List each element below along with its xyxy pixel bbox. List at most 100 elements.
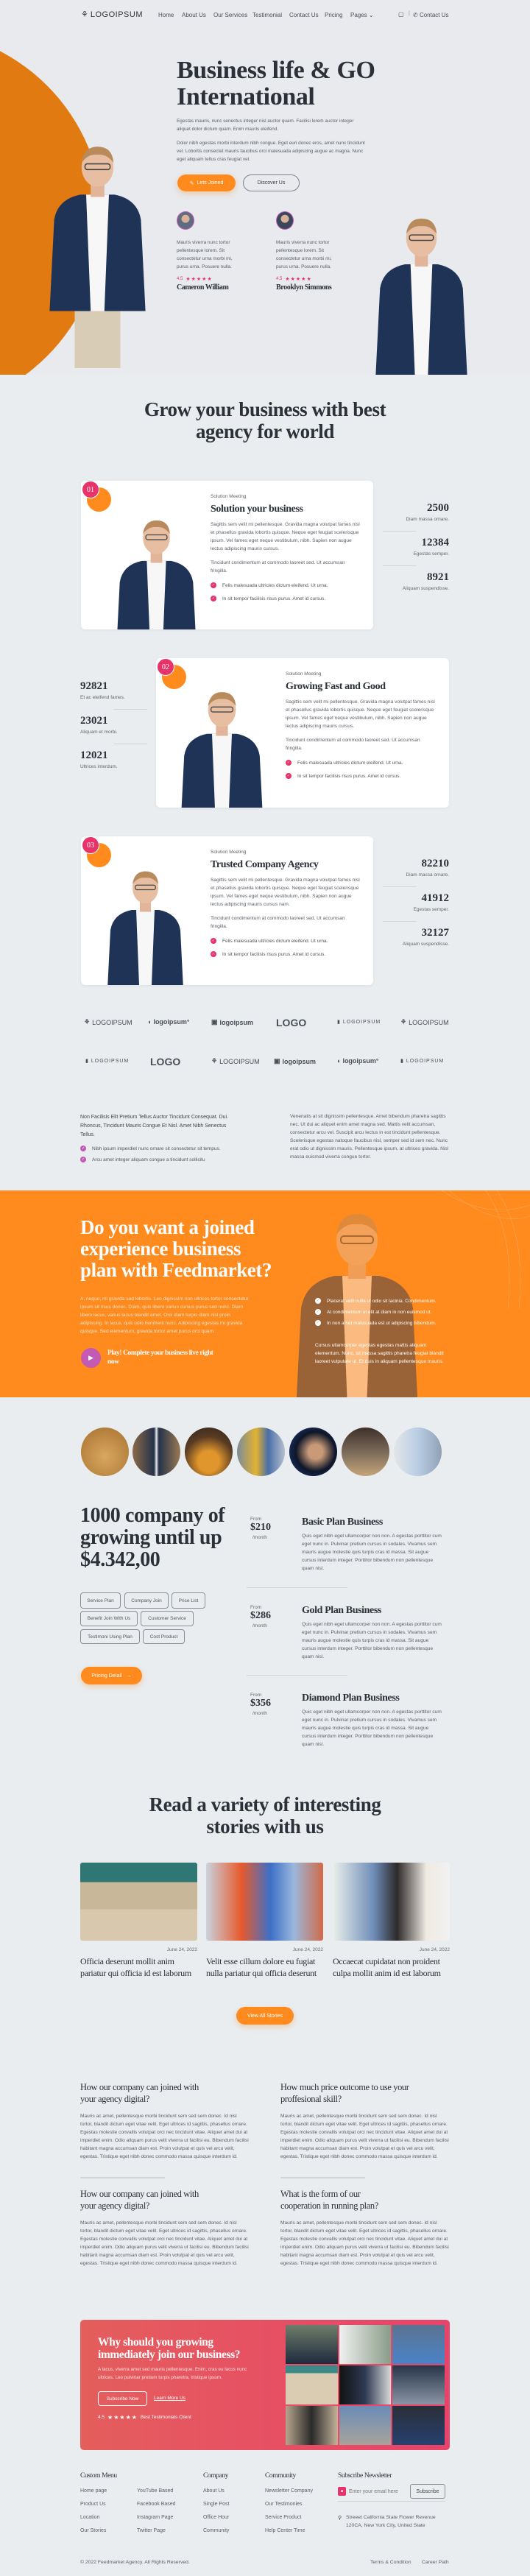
- team-photo: [394, 1428, 442, 1476]
- story-image[interactable]: [333, 1863, 450, 1941]
- newsletter-email-input[interactable]: [349, 2485, 408, 2497]
- footer-link[interactable]: Product Us: [80, 2502, 106, 2507]
- footer-link[interactable]: Newsletter Company: [265, 2488, 313, 2494]
- person-image: [106, 870, 185, 985]
- edit-icon: ✎: [189, 180, 194, 186]
- footer-link[interactable]: Facebook Based: [137, 2502, 176, 2507]
- partner-logo: ▣ logoipsum: [274, 1057, 317, 1065]
- subscribe-button[interactable]: Subscribe: [410, 2484, 445, 2499]
- footer-heading: Custom Menu: [80, 2472, 117, 2480]
- team-photo: [342, 1428, 389, 1476]
- team-photo: [81, 1428, 129, 1476]
- testimonial-text: Mauris viverra nunc tortor pellentesque …: [177, 240, 233, 269]
- check-item: ✓ In sit tempor facilisis risus purus. Am…: [211, 951, 326, 957]
- mail-icon: ■: [338, 2487, 346, 2496]
- bars-logo-icon: ▮: [85, 1059, 89, 1064]
- tag-testimoni[interactable]: Testimoni Using Plan: [80, 1629, 140, 1644]
- learn-more-link[interactable]: Learn More Us: [154, 2396, 186, 2401]
- tag-benefit[interactable]: Benefit Join With Us: [80, 1611, 138, 1626]
- play-label[interactable]: Play! Complete your business live right …: [107, 1349, 218, 1366]
- footer-link[interactable]: Our Stories: [80, 2528, 106, 2533]
- footer-link[interactable]: Location: [80, 2515, 99, 2520]
- subscribe-now-button[interactable]: Subscribe Now: [98, 2391, 147, 2406]
- story-card[interactable]: June 24, 2022 Velit esse cillum dolore e…: [206, 1947, 323, 1979]
- partner-logo: ⚘ LOGOIPSUM: [211, 1057, 260, 1065]
- footer-link[interactable]: Community: [203, 2528, 229, 2533]
- partner-logo: LOGO: [276, 1017, 307, 1028]
- testimonial-card: Mauris viverra nunc tortor pellentesque …: [276, 211, 342, 292]
- discover-us-button[interactable]: Discover Us: [243, 174, 300, 191]
- nav-home[interactable]: Home: [158, 12, 174, 18]
- faq-divider: [80, 2177, 165, 2178]
- nav-separator: |: [409, 11, 410, 16]
- step-badge: 02: [157, 658, 174, 676]
- footer-link[interactable]: Help Center Time: [265, 2528, 305, 2533]
- partner-logo: ▣ logoipsum: [211, 1018, 254, 1026]
- nav-pricing[interactable]: Pricing: [325, 12, 342, 18]
- play-video-button[interactable]: ▶: [81, 1348, 101, 1368]
- check-item: ✓ Felis malesuada ultricies dictum eleife…: [211, 938, 328, 944]
- about-heading: Non Facilisis Elit Pretium Tellus Auctor…: [80, 1115, 229, 1137]
- step-badge: 03: [82, 836, 99, 854]
- wheat-logo-icon: ⚘: [211, 1057, 218, 1065]
- plan-item: From $210 /month Basic Plan Business Qui…: [250, 1517, 442, 1571]
- grid-photo: [286, 2325, 338, 2364]
- footer-link[interactable]: About Us: [203, 2488, 225, 2494]
- join-title: Why should you growing immediately join …: [98, 2336, 241, 2361]
- story-card[interactable]: June 24, 2022 Occaecat cupidatat non pro…: [333, 1947, 450, 1979]
- story-card[interactable]: June 24, 2022 Officia deserunt mollit an…: [80, 1947, 197, 1979]
- chat-icon[interactable]: ▢: [398, 11, 404, 18]
- partner-logo: ◖ logoipsum°: [147, 1018, 190, 1026]
- nav-contact[interactable]: Contact Us: [289, 12, 319, 18]
- faq-item: How our company can joined with your age…: [80, 2082, 249, 2159]
- check-item: ✓ At condimentum ut elit at diam in non e…: [315, 1309, 432, 1315]
- hero-person-right-image: [375, 218, 468, 375]
- footer-link[interactable]: Instagram Page: [137, 2515, 173, 2520]
- nav-pages[interactable]: Pages ⌄: [350, 12, 374, 18]
- footer-heading: Community: [265, 2472, 296, 2480]
- tag-cost-product[interactable]: Cost Product: [143, 1629, 185, 1644]
- footer-link[interactable]: YouTube Based: [137, 2488, 173, 2494]
- view-all-stories-button[interactable]: View All Stories: [236, 2007, 294, 2025]
- nav-testimonial[interactable]: Testimonial: [252, 12, 282, 18]
- grid-photo: [392, 2325, 445, 2364]
- footer-link[interactable]: Home page: [80, 2488, 107, 2494]
- partner-logo: ⚘ LOGOIPSUM: [84, 1018, 132, 1026]
- logo[interactable]: ⚘ LOGOIPSUM: [81, 10, 143, 20]
- career-path-link[interactable]: Career Path: [422, 2560, 449, 2565]
- feature-card: 03 Solution Meeting Trusted Company Agen…: [81, 836, 373, 985]
- nav-contact-us[interactable]: ✆ Contact Us: [413, 12, 449, 18]
- check-icon: ✓: [211, 596, 216, 601]
- tag-company-join[interactable]: Company Join: [124, 1592, 169, 1609]
- footer-link[interactable]: Twitter Page: [137, 2528, 166, 2533]
- check-item: ✓ Nibh ipsum imperdiet nunc ornare sit co…: [80, 1146, 221, 1151]
- testimonial-name: Brooklyn Simmons: [276, 283, 332, 292]
- story-image[interactable]: [206, 1863, 323, 1941]
- check-icon: ✓: [80, 1146, 86, 1151]
- faq-item: How much price outcome to use your proff…: [280, 2082, 449, 2159]
- footer-heading: Subscribe Newsletter: [338, 2472, 392, 2480]
- footer-link[interactable]: Office Hour: [203, 2515, 229, 2520]
- check-item: ✓ In non amet malesuada est ut adipiscing…: [315, 1320, 437, 1326]
- pricing-detail-button[interactable]: Pricing Detail →: [81, 1667, 142, 1684]
- hero-person-left-image: [40, 133, 155, 375]
- star-rating: ★★★★★: [107, 2414, 138, 2421]
- lets-joined-button[interactable]: ✎ Lets Joined: [177, 174, 236, 191]
- tag-service-plan[interactable]: Service Plan: [80, 1592, 121, 1609]
- nav-about[interactable]: About Us: [182, 12, 206, 18]
- footer-link[interactable]: Service Product: [265, 2515, 301, 2520]
- join-rating: 4.5 ★★★★★ Best Testimonials Client: [98, 2414, 191, 2421]
- story-image[interactable]: [80, 1863, 197, 1941]
- stats-column: 82210 Diam massa ornare. 41912 Egestas sem…: [383, 858, 449, 947]
- tag-price-list[interactable]: Price List: [172, 1592, 205, 1609]
- nav-services[interactable]: Our Services: [213, 12, 247, 18]
- terms-link[interactable]: Terms & Condition: [370, 2560, 411, 2565]
- footer-link[interactable]: Our Testimonies: [265, 2502, 302, 2507]
- check-icon: ✓: [286, 760, 292, 766]
- chevron-down-icon: ⌄: [368, 12, 374, 18]
- avatar: [276, 211, 294, 230]
- testimonial-text: Mauris viverra nunc tortor pellentesque …: [276, 240, 332, 269]
- tag-customer-service[interactable]: Customer Service: [141, 1611, 194, 1626]
- banner-paragraph: A, neque, mi gravida sed lobortis. Leo d…: [80, 1296, 249, 1334]
- footer-link[interactable]: Single Post: [203, 2502, 229, 2507]
